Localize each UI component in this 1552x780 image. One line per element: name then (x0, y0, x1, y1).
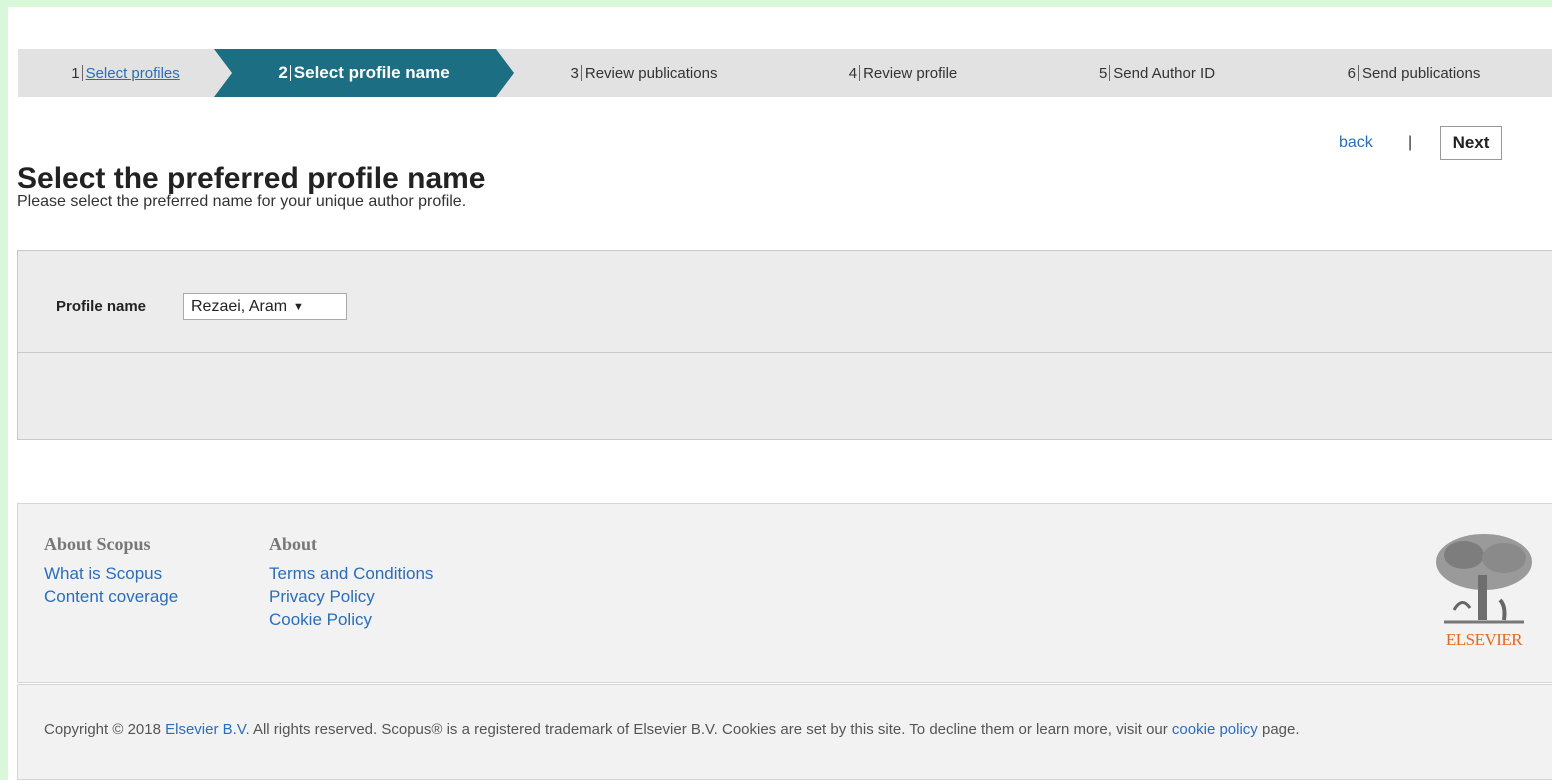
dropdown-arrow-icon: ▼ (293, 300, 304, 313)
step-label: Review profile (863, 64, 958, 82)
step-number: 3 (570, 64, 579, 82)
profile-name-form: Profile name Rezaei, Aram ▼ (17, 250, 1552, 440)
footer-column-about: About Terms and Conditions Privacy Polic… (269, 534, 433, 631)
step-review-publications: 3 Review publications (494, 49, 794, 97)
step-send-author-id: 5 Send Author ID (1012, 49, 1302, 97)
step-number: 2 (278, 63, 288, 82)
step-divider (580, 65, 582, 81)
footer-link-what-is-scopus[interactable]: What is Scopus (44, 562, 178, 585)
step-divider (1357, 65, 1359, 81)
action-separator: | (1408, 134, 1413, 151)
elsevier-logo[interactable]: ELSEVIER (1434, 530, 1534, 650)
footer-link-cookie-policy[interactable]: Cookie Policy (269, 608, 433, 631)
step-select-profiles[interactable]: 1 Select profiles (18, 49, 233, 97)
step-label-link[interactable]: Select profiles (86, 65, 180, 82)
footer-column-about-scopus: About Scopus What is Scopus Content cove… (44, 534, 178, 608)
step-number: 1 (71, 64, 80, 82)
step-label: Review publications (584, 64, 718, 82)
form-field-row: Profile name Rezaei, Aram ▼ (18, 251, 1552, 353)
step-send-publications: 6 Send publications (1276, 49, 1552, 97)
step-divider (859, 65, 861, 81)
footer-column-title: About Scopus (44, 534, 151, 554)
profile-name-label: Profile name (56, 298, 147, 315)
step-label: Send Author ID (1113, 64, 1216, 82)
step-divider (1109, 65, 1111, 81)
footer-column-title: About (269, 534, 318, 554)
page-title: Select the preferred profile name (17, 162, 486, 195)
copyright-part: Copyright © 2018 (44, 721, 166, 738)
step-label: Select profile name (293, 63, 450, 82)
cookie-policy-link[interactable]: cookie policy (1172, 721, 1258, 738)
step-number: 4 (848, 64, 858, 82)
footer-links: About Scopus What is Scopus Content cove… (17, 503, 1552, 683)
step-label: Send publications (1361, 64, 1481, 82)
progress-steps: 1 Select profiles 3 Review publications 4R… (18, 49, 1552, 97)
footer-link-privacy[interactable]: Privacy Policy (269, 585, 433, 608)
form-actions (18, 353, 1552, 439)
page-subtitle: Please select the preferred name for you… (17, 193, 467, 210)
elsevier-link[interactable]: Elsevier B.V. (165, 721, 250, 738)
elsevier-wordmark: ELSEVIER (1445, 630, 1523, 649)
elsevier-tree-icon (1434, 530, 1534, 630)
step-number: 6 (1347, 64, 1356, 82)
footer-link-terms[interactable]: Terms and Conditions (269, 562, 433, 585)
footer-link-content-coverage[interactable]: Content coverage (44, 585, 178, 608)
step-select-profile-name-active: 2 Select profile name (214, 49, 514, 97)
back-link[interactable]: back (1339, 134, 1373, 152)
copyright-text: Copyright © 2018 Elsevier B.V. All right… (44, 719, 1524, 741)
next-button[interactable]: Next (1440, 126, 1502, 160)
selected-profile-name: Rezaei, Aram (191, 297, 288, 315)
step-number: 5 (1098, 64, 1108, 82)
copyright-part: All rights reserved. Scopus® is a regist… (249, 721, 1172, 738)
footer-copyright: Copyright © 2018 Elsevier B.V. All right… (17, 684, 1552, 780)
step-review-profile: 4 Review profile (768, 49, 1038, 97)
step-divider (289, 65, 291, 81)
copyright-part: page. (1257, 721, 1300, 738)
profile-name-select[interactable]: Rezaei, Aram ▼ (183, 293, 347, 320)
step-divider (81, 65, 83, 81)
